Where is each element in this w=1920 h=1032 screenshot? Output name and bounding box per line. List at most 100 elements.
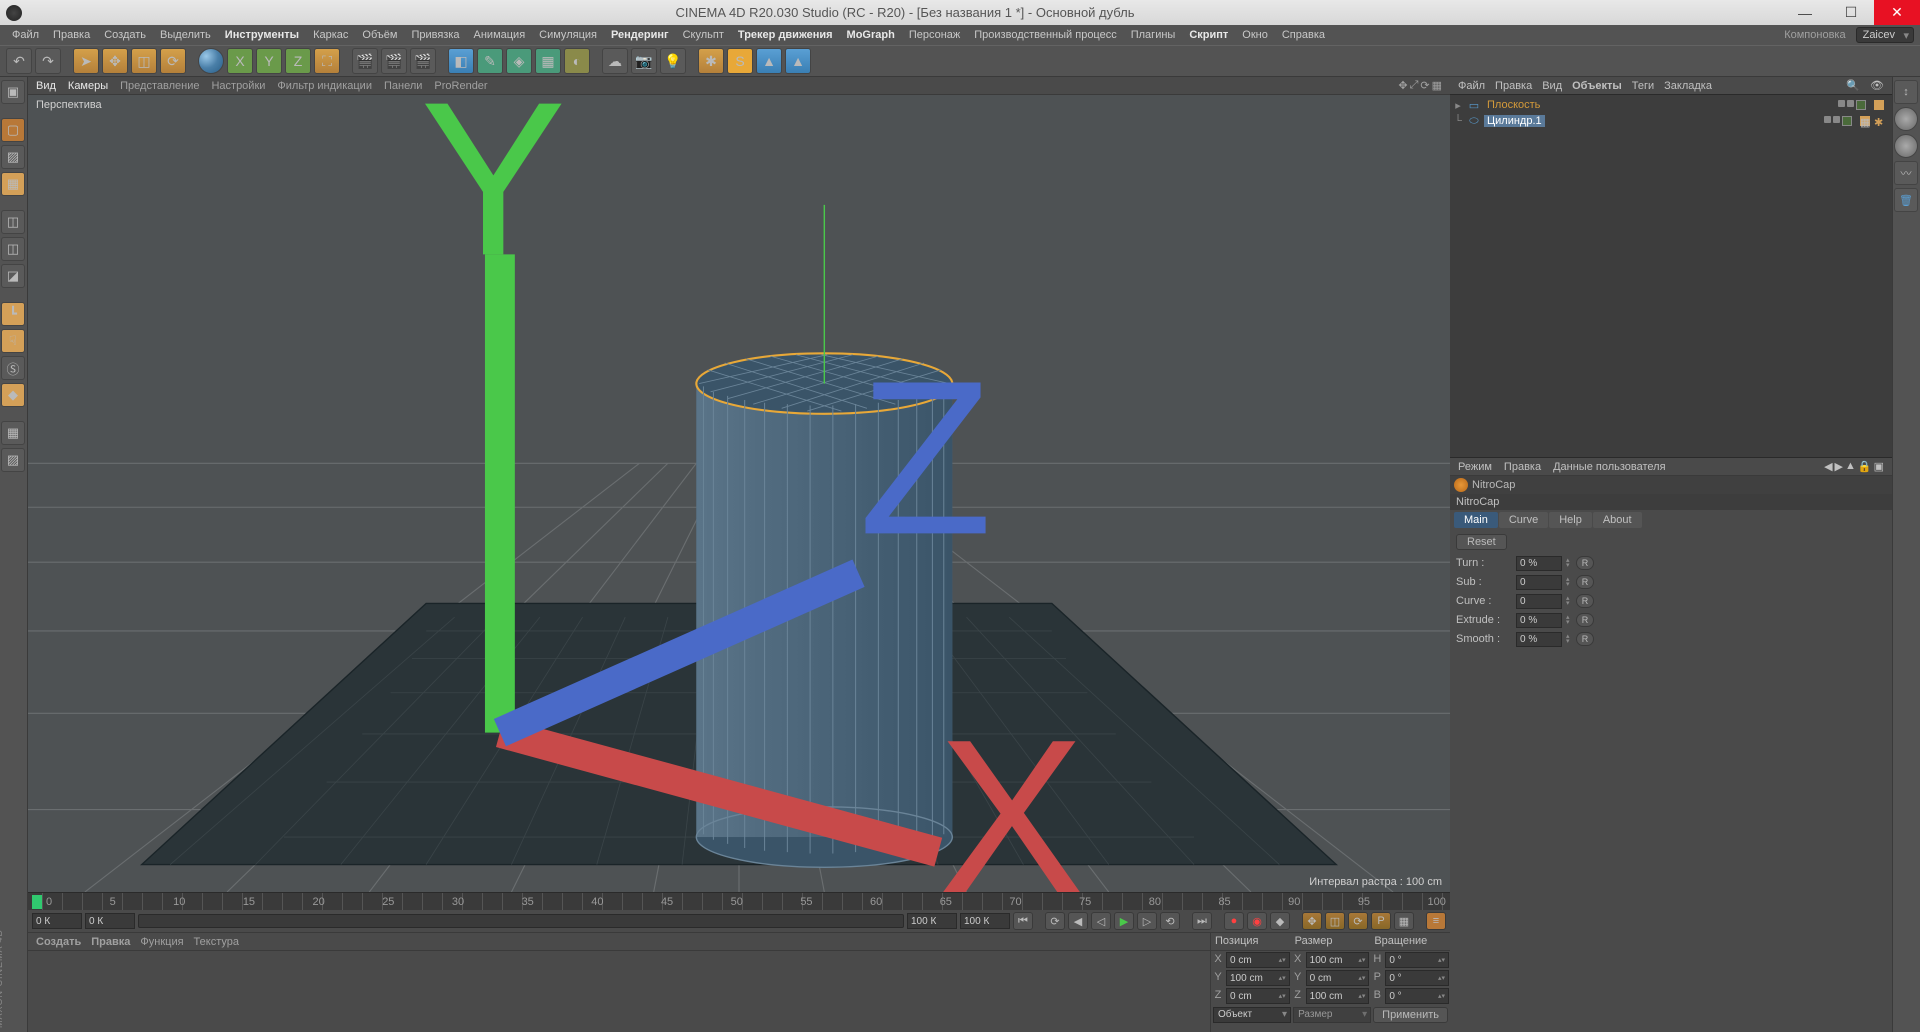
menu-Выделить[interactable]: Выделить — [154, 27, 217, 43]
timeline-slider[interactable] — [138, 914, 904, 928]
attr-lock-icon[interactable]: 🔒 — [1858, 460, 1872, 473]
attrmenu-Режим[interactable]: Режим — [1458, 461, 1492, 473]
snap-enable[interactable]: Ⓢ — [1, 356, 25, 380]
texture-mode[interactable]: ▨ — [1, 145, 25, 169]
obj-enable[interactable] — [1856, 100, 1866, 110]
light[interactable]: 💡 — [660, 48, 686, 74]
spline-pen[interactable]: ✎ — [477, 48, 503, 74]
vp-menu-Вид[interactable]: Вид — [36, 80, 56, 92]
attrmenu-Правка[interactable]: Правка — [1504, 461, 1541, 473]
vis-editor[interactable] — [1824, 116, 1831, 123]
menu-Плагины[interactable]: Плагины — [1125, 27, 1182, 43]
mat-menu-Создать[interactable]: Создать — [36, 936, 81, 948]
plugin-tri2[interactable]: ▲ — [785, 48, 811, 74]
vp-zoom-icon[interactable]: ⤢ — [1410, 79, 1419, 92]
menu-Справка[interactable]: Справка — [1276, 27, 1331, 43]
menu-MoGraph[interactable]: MoGraph — [841, 27, 901, 43]
sphere2-icon[interactable] — [1894, 134, 1918, 158]
coord-system[interactable]: ⛶ — [314, 48, 340, 74]
maximize-button[interactable]: ☐ — [1828, 0, 1874, 25]
vis-editor[interactable] — [1838, 100, 1845, 107]
param-field[interactable]: 0 — [1516, 575, 1562, 590]
vp-menu-Фильтр индикации[interactable]: Фильтр индикации — [277, 80, 372, 92]
record-key[interactable]: ● — [1224, 912, 1244, 930]
timeline-menu[interactable]: ≡ — [1426, 912, 1446, 930]
autokey[interactable]: ◉ — [1247, 912, 1267, 930]
play-back[interactable]: ◁ — [1091, 912, 1111, 930]
objmgr-search-icon[interactable]: 🔍 — [1846, 79, 1860, 92]
objmenu-Закладка[interactable]: Закладка — [1664, 80, 1712, 92]
plugin-s[interactable]: S — [727, 48, 753, 74]
play-forward[interactable]: ▶ — [1114, 912, 1134, 930]
vp-menu-Настройки[interactable]: Настройки — [211, 80, 265, 92]
viewport[interactable]: Перспектива — [28, 95, 1450, 892]
plugin-tri[interactable]: ▲ — [756, 48, 782, 74]
brush-icon[interactable]: 〰 — [1894, 161, 1918, 185]
generator-array[interactable]: ▦ — [535, 48, 561, 74]
render-region[interactable]: 🎬 — [381, 48, 407, 74]
size-Y[interactable]: 0 cm▴▾ — [1306, 970, 1370, 986]
attr-tab-Main[interactable]: Main — [1454, 512, 1498, 528]
menu-Симуляция[interactable]: Симуляция — [533, 27, 603, 43]
vp-menu-Панели[interactable]: Панели — [384, 80, 422, 92]
menu-Скрипт[interactable]: Скрипт — [1183, 27, 1234, 43]
vis-render[interactable] — [1847, 100, 1854, 107]
keyframe-sel[interactable]: ◆ — [1270, 912, 1290, 930]
vp-rotate-icon[interactable]: ⟳ — [1420, 79, 1429, 92]
trash-icon[interactable]: 🗑 — [1894, 188, 1918, 212]
objmenu-Теги[interactable]: Теги — [1632, 80, 1654, 92]
objmenu-Правка[interactable]: Правка — [1495, 80, 1532, 92]
attr-tab-Curve[interactable]: Curve — [1499, 512, 1548, 528]
vp-menu-Представление[interactable]: Представление — [120, 80, 199, 92]
undo-button[interactable]: ↶ — [6, 48, 32, 74]
param-reset[interactable]: R — [1576, 632, 1594, 646]
current-frame-field[interactable]: 0 К — [85, 913, 135, 929]
close-button[interactable]: ✕ — [1874, 0, 1920, 25]
param-reset[interactable]: R — [1576, 556, 1594, 570]
menu-Трекер движения[interactable]: Трекер движения — [732, 27, 839, 43]
timeline-playhead[interactable] — [32, 895, 42, 909]
step-back[interactable]: ◀ — [1068, 912, 1088, 930]
polys-mode[interactable]: ◪ — [1, 264, 25, 288]
environment[interactable]: ☁ — [602, 48, 628, 74]
param-reset[interactable]: R — [1576, 594, 1594, 608]
attr-tab-About[interactable]: About — [1593, 512, 1642, 528]
primitive-cube[interactable]: ◧ — [448, 48, 474, 74]
camera[interactable]: 📷 — [631, 48, 657, 74]
goto-end[interactable]: ⏭ — [1192, 912, 1212, 930]
y-axis-lock[interactable]: Y — [256, 48, 282, 74]
objmgr-eye-icon[interactable]: 👁 — [1870, 79, 1884, 92]
range-start-field[interactable]: 0 К — [32, 913, 82, 929]
render-view[interactable]: 🎬 — [352, 48, 378, 74]
range-end-field[interactable]: 100 К — [907, 913, 957, 929]
mat-menu-Правка[interactable]: Правка — [91, 936, 130, 948]
vp-menu-ProRender[interactable]: ProRender — [434, 80, 487, 92]
size-Z[interactable]: 100 cm▴▾ — [1306, 988, 1370, 1004]
menu-Инструменты[interactable]: Инструменты — [219, 27, 305, 43]
pos-X[interactable]: 0 cm▴▾ — [1226, 952, 1290, 968]
key-rot[interactable]: ⟳ — [1348, 912, 1368, 930]
object-Цилиндр.1[interactable]: └⬭Цилиндр.1▦✱ — [1452, 113, 1890, 129]
select-tool[interactable]: ➤ — [73, 48, 99, 74]
workplane-mode[interactable]: ▦ — [1, 172, 25, 196]
points-mode[interactable]: ◫ — [1, 210, 25, 234]
edges-mode[interactable]: ◫ — [1, 237, 25, 261]
locked[interactable]: ▦ — [1, 421, 25, 445]
redo-button[interactable]: ↷ — [35, 48, 61, 74]
layout-dropdown[interactable]: Zaicev — [1856, 27, 1914, 43]
menu-Рендеринг[interactable]: Рендеринг — [605, 27, 675, 43]
attrmenu-Данные пользователя[interactable]: Данные пользователя — [1553, 461, 1665, 473]
workplane-snap[interactable]: ◆ — [1, 383, 25, 407]
mat-menu-Функция[interactable]: Функция — [140, 936, 183, 948]
key-scale[interactable]: ◫ — [1325, 912, 1345, 930]
deformer[interactable]: ◐ — [564, 48, 590, 74]
x-axis-lock[interactable]: X — [227, 48, 253, 74]
param-field[interactable]: 0 % — [1516, 613, 1562, 628]
attr-up-icon[interactable]: ▲ — [1845, 460, 1856, 473]
key-pla[interactable]: ▦ — [1394, 912, 1414, 930]
history-icon[interactable]: ↕ — [1894, 80, 1918, 104]
param-field[interactable]: 0 % — [1516, 556, 1562, 571]
viewport-solo[interactable]: ▨ — [1, 448, 25, 472]
attr-new-icon[interactable]: ▣ — [1874, 460, 1884, 473]
model-mode[interactable]: ▢ — [1, 118, 25, 142]
